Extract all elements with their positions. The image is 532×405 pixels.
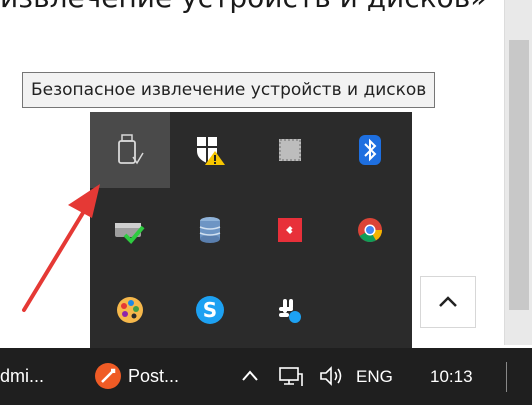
clock-time[interactable]: 10:13 [430,348,473,405]
anydesk-icon[interactable] [250,192,330,268]
taskbar-app-admin[interactable]: dmi... [0,348,44,405]
show-desktop-divider[interactable] [506,362,507,392]
taskbar-app-postman-label[interactable]: Post... [128,348,179,405]
tooltip: Безопасное извлечение устройств и дисков [22,72,436,108]
chevron-up-icon [439,296,457,307]
network-icon[interactable] [278,366,304,393]
page-heading-fragment: извлечение устройств и дисков» [0,0,532,18]
palette-icon[interactable] [90,272,170,348]
database-stack-icon[interactable] [170,192,250,268]
postman-icon[interactable] [94,362,122,395]
volume-icon[interactable] [318,365,346,392]
grid-app-icon[interactable] [250,112,330,188]
show-hidden-icons-chevron-button[interactable] [420,276,476,328]
taskbar: dmi... Post... ENG 10:13 [0,348,532,405]
tray-expand-up-icon[interactable] [240,366,260,391]
windows-security-warning-icon[interactable] [170,112,250,188]
chrome-icon[interactable] [330,192,410,268]
skype-icon-letter: S [196,296,224,324]
skype-icon[interactable]: S [170,272,250,348]
language-indicator[interactable]: ENG [356,348,393,405]
tray-overflow-panel: S [90,112,412,348]
vertical-scrollbar[interactable]: ⌄ [504,0,532,361]
slack-icon[interactable] [250,272,330,348]
scrollbar-thumb[interactable] [509,40,529,310]
checkmark-drive-icon[interactable] [90,192,170,268]
bluetooth-icon[interactable] [330,112,410,188]
usb-eject-icon[interactable] [90,112,170,188]
